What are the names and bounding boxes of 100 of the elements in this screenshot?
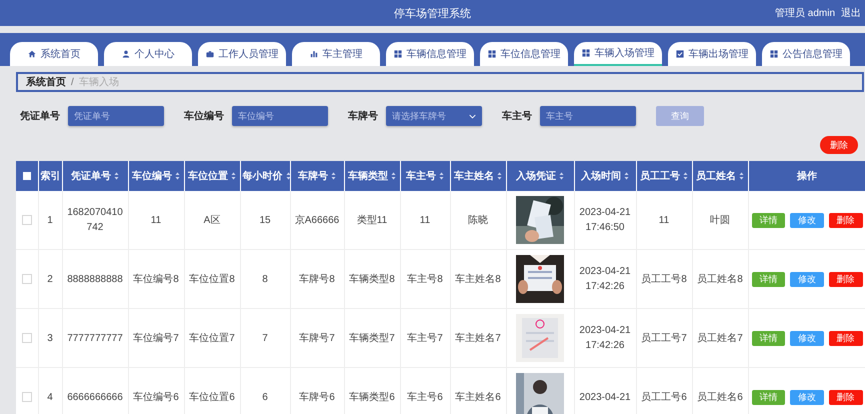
grid-icon: [488, 50, 496, 58]
sort-icon[interactable]: [624, 172, 629, 180]
table-cell: 2023-04-21: [579, 392, 631, 402]
table-cell: 车牌号8: [299, 274, 335, 284]
table-cell: 车位编号7: [133, 332, 179, 344]
table-cell: 6: [262, 392, 268, 402]
sort-icon[interactable]: [559, 172, 564, 180]
sort-icon[interactable]: [175, 172, 180, 180]
grid-icon: [770, 50, 778, 58]
table-cell: 7777777777: [67, 332, 123, 344]
column-header: 车牌号: [298, 169, 328, 183]
row-checkbox[interactable]: [22, 214, 32, 225]
table-cell: 2023-04-21 17:46:50: [579, 207, 631, 233]
app-title: 停车场管理系统: [394, 6, 471, 20]
column-header: 员工姓名: [696, 170, 736, 183]
table-cell: 2: [47, 274, 53, 284]
edit-button[interactable]: 修改: [790, 390, 824, 404]
detail-button[interactable]: 详情: [752, 390, 786, 404]
detail-button[interactable]: 详情: [752, 212, 786, 228]
search-button[interactable]: 查询: [656, 106, 704, 126]
input-field[interactable]: 车主号: [540, 106, 636, 126]
sort-icon[interactable]: [497, 172, 502, 180]
filter-label: 车位编号: [184, 109, 224, 123]
user-icon: [122, 50, 130, 58]
table-cell: 1682070410742: [67, 207, 123, 233]
table-cell: 车主姓名6: [455, 392, 501, 402]
nav-tab[interactable]: 车辆信息管理: [386, 42, 474, 66]
filter-label: 凭证单号: [20, 110, 60, 123]
column-header: 入场凭证: [516, 170, 556, 183]
delete-button[interactable]: 删除: [820, 136, 858, 154]
table-cell: 6666666666: [67, 392, 123, 402]
column-header: 员工工号: [640, 170, 680, 183]
table-cell: 员工工号8: [641, 274, 687, 284]
table-cell: 员工工号6: [641, 392, 687, 402]
column-header: 车位编号: [132, 169, 172, 183]
sort-icon[interactable]: [683, 172, 688, 180]
table-cell: 员工姓名6: [697, 392, 743, 402]
column-header: 车位位置: [188, 169, 228, 183]
filter-label: 车主号: [502, 109, 532, 123]
table-cell: 11: [658, 214, 670, 226]
nav-tab[interactable]: 工作人员管理: [198, 42, 286, 66]
grid-icon: [394, 50, 402, 58]
column-header: 索引: [40, 170, 60, 183]
table-cell: 2023-04-21 17:42:26: [579, 325, 631, 351]
breadcrumb-link[interactable]: 系统首页: [26, 75, 66, 89]
nav-tab[interactable]: 系统首页: [10, 42, 98, 66]
table-cell: 车主号7: [407, 332, 443, 344]
select-all-checkbox[interactable]: [22, 172, 31, 180]
nav-tab[interactable]: 公告信息管理: [762, 42, 850, 66]
nav-tab[interactable]: 车位信息管理: [480, 42, 568, 66]
column-header: 操作: [797, 170, 817, 183]
grid-icon: [582, 49, 590, 57]
table-cell: 车牌号6: [299, 392, 335, 402]
delete-button[interactable]: 删除: [828, 272, 863, 286]
table-cell: 陈晓: [468, 214, 488, 226]
checkbox-icon: [676, 50, 684, 58]
sort-icon[interactable]: [231, 172, 236, 180]
briefcase-icon: [206, 50, 214, 58]
input-field[interactable]: 车位编号: [232, 106, 328, 126]
sort-icon[interactable]: [331, 172, 336, 180]
sort-icon[interactable]: [391, 172, 396, 180]
nav-tab[interactable]: 车主管理: [292, 42, 380, 66]
table-cell: 车位编号8: [133, 274, 179, 284]
logout-link[interactable]: 退出: [841, 6, 861, 20]
table-cell: 车辆类型7: [349, 332, 395, 344]
table-cell: 类型11: [356, 214, 388, 226]
table-cell: 员工姓名8: [697, 274, 743, 284]
table-cell: 京A66666: [294, 214, 340, 226]
breadcrumb-separator: /: [71, 76, 74, 88]
column-header: 车辆类型: [348, 169, 388, 183]
delete-button[interactable]: 删除: [828, 212, 863, 228]
row-checkbox[interactable]: [22, 274, 32, 284]
nav-tab[interactable]: 车辆出场管理: [668, 42, 756, 66]
column-header: 车主姓名: [454, 169, 494, 183]
home-icon: [28, 50, 36, 58]
table-cell: 车辆类型6: [349, 392, 395, 402]
select-field[interactable]: 请选择车牌号: [386, 106, 482, 126]
edit-button[interactable]: 修改: [790, 212, 824, 228]
input-field[interactable]: 凭证单号: [68, 106, 164, 126]
delete-button[interactable]: 删除: [828, 330, 863, 346]
row-checkbox[interactable]: [22, 332, 32, 343]
detail-button[interactable]: 详情: [752, 272, 786, 286]
table-cell: 11: [150, 214, 162, 226]
table-cell: 15: [259, 214, 271, 226]
sort-icon[interactable]: [439, 172, 444, 180]
table-cell: 3: [47, 332, 53, 344]
detail-button[interactable]: 详情: [752, 330, 786, 346]
table-cell: 车位编号6: [133, 392, 179, 402]
table-cell: 车主号8: [407, 274, 443, 284]
user-label: 管理员 admin: [774, 7, 835, 20]
edit-button[interactable]: 修改: [790, 330, 824, 346]
edit-button[interactable]: 修改: [790, 272, 824, 286]
delete-button[interactable]: 删除: [828, 390, 863, 404]
table-cell: 车主姓名7: [455, 332, 501, 344]
sort-icon[interactable]: [739, 172, 744, 180]
nav-tab[interactable]: 个人中心: [104, 42, 192, 66]
sort-icon[interactable]: [114, 172, 119, 180]
nav-tab[interactable]: 车辆入场管理: [574, 42, 662, 66]
table-cell: 车辆类型8: [349, 274, 395, 284]
row-checkbox[interactable]: [22, 392, 32, 402]
